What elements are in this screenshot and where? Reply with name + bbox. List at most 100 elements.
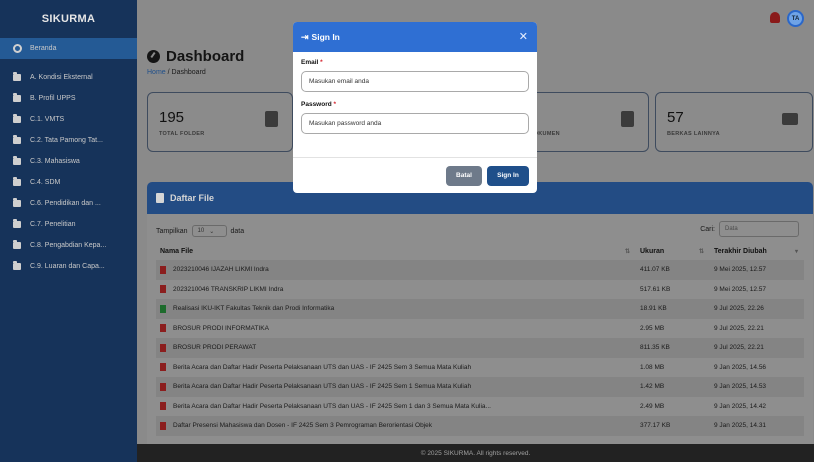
table-row[interactable]: Berita Acara dan Daftar Hadir Peserta Pe…	[156, 358, 804, 378]
sidebar-item-pendidikan[interactable]: C.6. Pendidikan dan ...	[0, 193, 137, 214]
sidebar-item-mahasiswa[interactable]: C.3. Mahasiswa	[0, 151, 137, 172]
column-header-name[interactable]: Nama File ⇅	[156, 243, 636, 260]
password-field[interactable]	[301, 113, 529, 134]
sort-desc-icon: ▾	[794, 249, 798, 255]
notification-bell-icon[interactable]	[770, 12, 780, 23]
cancel-button[interactable]: Batal	[446, 165, 482, 186]
table-row[interactable]: Berita Acara dan Daftar Hadir Peserta Pe…	[156, 377, 804, 397]
folder-icon	[13, 93, 21, 102]
file-modified: 9 Jan 2025, 14.42	[714, 402, 767, 410]
sidebar-item-tata-pamong[interactable]: C.2. Tata Pamong Tat...	[0, 130, 137, 151]
file-modified: 9 Mei 2025, 12.57	[714, 285, 767, 293]
sidebar-item-kondisi-eksternal[interactable]: A. Kondisi Eksternal	[0, 67, 137, 88]
breadcrumb-home[interactable]: Home	[147, 69, 166, 76]
table-row[interactable]: Berita Acara dan Daftar Hadir Peserta Pe…	[156, 397, 804, 417]
modal-header: ⇥ Sign In ✕	[293, 22, 537, 52]
pdf-file-icon	[160, 265, 166, 274]
sign-in-button[interactable]: Sign In	[487, 165, 529, 186]
page-size-select[interactable]: 10 ⌄	[191, 225, 227, 237]
document-icon	[621, 111, 634, 127]
sidebar-item-label: C.7. Penelitian	[30, 221, 76, 228]
folder-icon	[13, 219, 21, 228]
folder-icon	[13, 240, 21, 249]
show-suffix: data	[230, 227, 245, 235]
stat-card-dokumen: DKUMEN	[527, 92, 649, 152]
required-mark: *	[320, 59, 323, 66]
sidebar-item-label: C.4. SDM	[30, 179, 61, 186]
file-name[interactable]: Realisasi IKU-IKT Fakultas Teknik dan Pr…	[173, 305, 334, 312]
table-row[interactable]: BROSUR PRODI PERAWAT 811.35 KB 9 Jul 2025,…	[156, 338, 804, 358]
file-name[interactable]: Berita Acara dan Daftar Hadir Peserta Pe…	[173, 364, 471, 371]
sign-in-icon: ⇥	[301, 31, 309, 42]
folder-icon	[13, 156, 21, 165]
file-size: 18.91 KB	[636, 299, 710, 319]
sidebar-item-sdm[interactable]: C.4. SDM	[0, 172, 137, 193]
avatar[interactable]: TA	[787, 10, 804, 27]
sort-icon: ⇅	[698, 249, 704, 255]
required-mark: *	[333, 101, 337, 108]
dashboard-icon	[13, 44, 22, 53]
stat-value: 57	[667, 109, 684, 126]
folder-icon	[13, 261, 21, 270]
footer: © 2025 SIKURMA. All rights reserved.	[137, 444, 814, 462]
sidebar-item-pengabdian[interactable]: C.8. Pengabdian Kepa...	[0, 235, 137, 256]
sidebar-item-label: C.1. VMTS	[30, 116, 65, 123]
stat-label: BERKAS LAINNYA	[667, 131, 720, 137]
stat-value: 195	[159, 109, 185, 126]
stat-label: TOTAL FOLDER	[159, 131, 205, 137]
sidebar-item-label: A. Kondisi Eksternal	[30, 74, 93, 81]
sidebar-item-label: B. Profil UPPS	[30, 95, 76, 102]
modal-footer: Batal Sign In	[293, 157, 537, 193]
file-size: 2.95 MB	[640, 324, 665, 332]
breadcrumb-current: Dashboard	[171, 69, 206, 76]
pdf-file-icon	[160, 382, 166, 391]
column-header-size[interactable]: Ukuran ⇅	[636, 243, 710, 260]
file-modified: 9 Jul 2025, 22.21	[714, 324, 764, 332]
table-row[interactable]: 2023210046 IJAZAH LIKMI Indra 411.07 KB 9 …	[156, 260, 804, 280]
sign-in-modal: ⇥ Sign In ✕ Email * Password * Batal Sig…	[293, 22, 537, 193]
sidebar-item-profil-upps[interactable]: B. Profil UPPS	[0, 88, 137, 109]
file-name[interactable]: Daftar Presensi Mahasiswa dan Dosen - IF…	[173, 422, 432, 429]
stat-label: DKUMEN	[534, 131, 560, 137]
file-name[interactable]: BROSUR PRODI PERAWAT	[173, 344, 256, 351]
sidebar-item-luaran[interactable]: C.9. Luaran dan Capa...	[0, 256, 137, 277]
table-row[interactable]: Realisasi IKU-IKT Fakultas Teknik dan Pr…	[156, 299, 804, 319]
file-name[interactable]: BROSUR PRODI INFORMATIKA	[173, 325, 269, 332]
sidebar-item-label: C.2. Tata Pamong Tat...	[30, 137, 103, 144]
sidebar-item-beranda[interactable]: Beranda	[0, 38, 137, 59]
sidebar-item-label: C.3. Mahasiswa	[30, 158, 80, 165]
table-row[interactable]: BROSUR PRODI INFORMATIKA 2.95 MB 9 Jul 202…	[156, 319, 804, 339]
close-icon[interactable]: ✕	[519, 30, 528, 43]
sidebar-item-vmts[interactable]: C.1. VMTS	[0, 109, 137, 130]
search-input[interactable]: Data	[719, 221, 799, 237]
pdf-file-icon	[160, 421, 166, 430]
sidebar: SIKURMA Beranda A. Kondisi Eksternal B. …	[0, 0, 137, 462]
folder-icon	[13, 177, 21, 186]
archive-icon	[782, 113, 798, 125]
sidebar-item-label: C.9. Luaran dan Capa...	[30, 263, 105, 270]
spreadsheet-file-icon	[160, 304, 166, 313]
brand-logo[interactable]: SIKURMA	[0, 0, 137, 38]
file-list-panel: Daftar File Tampilkan 10 ⌄ data Cari: Da…	[147, 182, 813, 444]
stat-card-berkas-lainnya: 57 BERKAS LAINNYA	[655, 92, 813, 152]
file-modified: 9 Jan 2025, 14.31	[710, 416, 804, 436]
table-row[interactable]: Daftar Presensi Mahasiswa dan Dosen - IF…	[156, 416, 804, 436]
table-row[interactable]: 2023210046 TRANSKRIP LIKMI Indra 517.61 K…	[156, 280, 804, 300]
file-icon	[156, 193, 164, 203]
file-name[interactable]: 2023210046 IJAZAH LIKMI Indra	[173, 266, 269, 273]
file-modified: 9 Jan 2025, 14.56	[714, 363, 767, 371]
sidebar-item-label: C.8. Pengabdian Kepa...	[30, 242, 107, 249]
file-size: 1.42 MB	[636, 377, 710, 397]
file-modified: 9 Jul 2025, 22.21	[710, 338, 804, 358]
file-name[interactable]: Berita Acara dan Daftar Hadir Peserta Pe…	[173, 403, 491, 410]
modal-title: Sign In	[311, 32, 340, 42]
file-size: 1.08 MB	[640, 363, 665, 371]
folder-icon	[265, 111, 278, 127]
pdf-file-icon	[160, 285, 166, 294]
sidebar-item-penelitian[interactable]: C.7. Penelitian	[0, 214, 137, 235]
column-header-modified[interactable]: Terakhir Diubah ▾	[710, 243, 804, 260]
file-name[interactable]: 2023210046 TRANSKRIP LIKMI Indra	[173, 286, 283, 293]
file-name[interactable]: Berita Acara dan Daftar Hadir Peserta Pe…	[173, 383, 471, 390]
email-field[interactable]	[301, 71, 529, 92]
file-size: 411.07 KB	[636, 260, 710, 280]
